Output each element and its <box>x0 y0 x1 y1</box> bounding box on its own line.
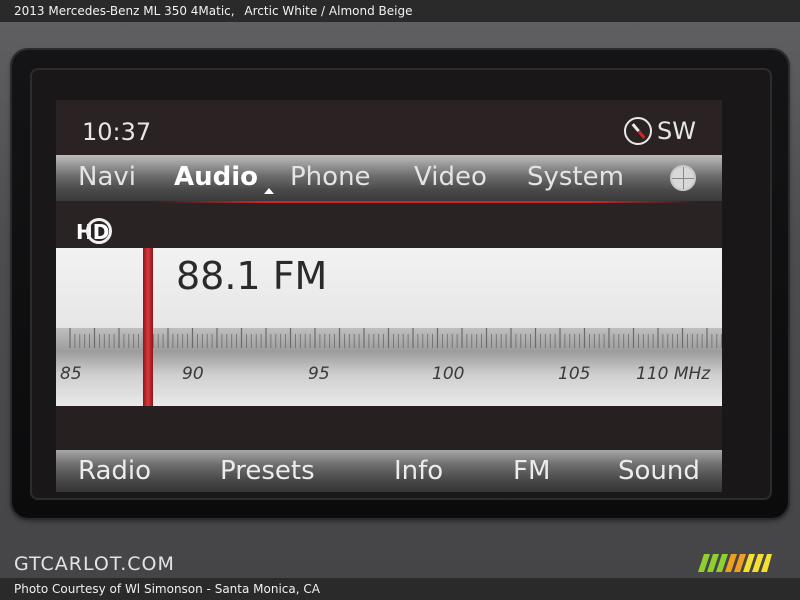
caption-vehicle: 2013 Mercedes-Benz ML 350 4Matic, <box>14 4 235 18</box>
caption-color: Arctic White / Almond Beige <box>244 4 413 18</box>
tuner-scale <box>56 328 722 406</box>
softkey-info[interactable]: Info <box>394 456 443 486</box>
hd-radio-icon: HD <box>76 214 112 250</box>
compass-icon <box>624 117 652 145</box>
compass-heading: SW <box>657 117 696 145</box>
tab-video[interactable]: Video <box>414 162 487 192</box>
scale-label-105: 105 <box>558 364 591 384</box>
globe-icon[interactable] <box>670 165 696 191</box>
scale-label-110: 110 MHz <box>636 364 711 384</box>
softkey-presets[interactable]: Presets <box>220 456 315 486</box>
active-tab-marker-icon <box>264 188 274 194</box>
photo-credit: Photo Courtesy of Wl Simonson - Santa Mo… <box>0 578 800 600</box>
tuner-ticks <box>69 328 722 348</box>
softkey-fm[interactable]: FM <box>513 456 550 486</box>
softkey-bar: Radio Presets Info FM Sound <box>56 450 722 492</box>
hd-ring <box>86 218 112 244</box>
scale-label-85: 85 <box>60 364 82 384</box>
softkey-sound[interactable]: Sound <box>618 456 700 486</box>
tab-phone[interactable]: Phone <box>290 162 371 192</box>
infotainment-screen: 10:37 SW Navi Audio Phone Video System H… <box>56 100 722 492</box>
clock: 10:37 <box>82 118 152 146</box>
tuning-needle[interactable] <box>143 248 153 406</box>
tab-system[interactable]: System <box>527 162 624 192</box>
watermark-stripes-icon <box>698 554 772 572</box>
current-frequency: 88.1 FM <box>176 254 328 298</box>
tuner-band[interactable]: 88.1 FM 85 90 95 100 105 110 MHz <box>56 248 722 406</box>
tabs-underline <box>156 201 696 203</box>
softkey-radio[interactable]: Radio <box>78 456 151 486</box>
scale-label-90: 90 <box>182 364 204 384</box>
tab-audio[interactable]: Audio <box>174 162 258 192</box>
tab-navi[interactable]: Navi <box>78 162 136 192</box>
watermark-logo: GTCARLOT.COM <box>14 553 175 575</box>
scale-label-100: 100 <box>432 364 465 384</box>
caption-bar: 2013 Mercedes-Benz ML 350 4Matic, Arctic… <box>0 0 800 22</box>
scale-label-95: 95 <box>308 364 330 384</box>
main-tabs: Navi Audio Phone Video System <box>56 155 722 201</box>
tuner-display <box>56 248 722 328</box>
